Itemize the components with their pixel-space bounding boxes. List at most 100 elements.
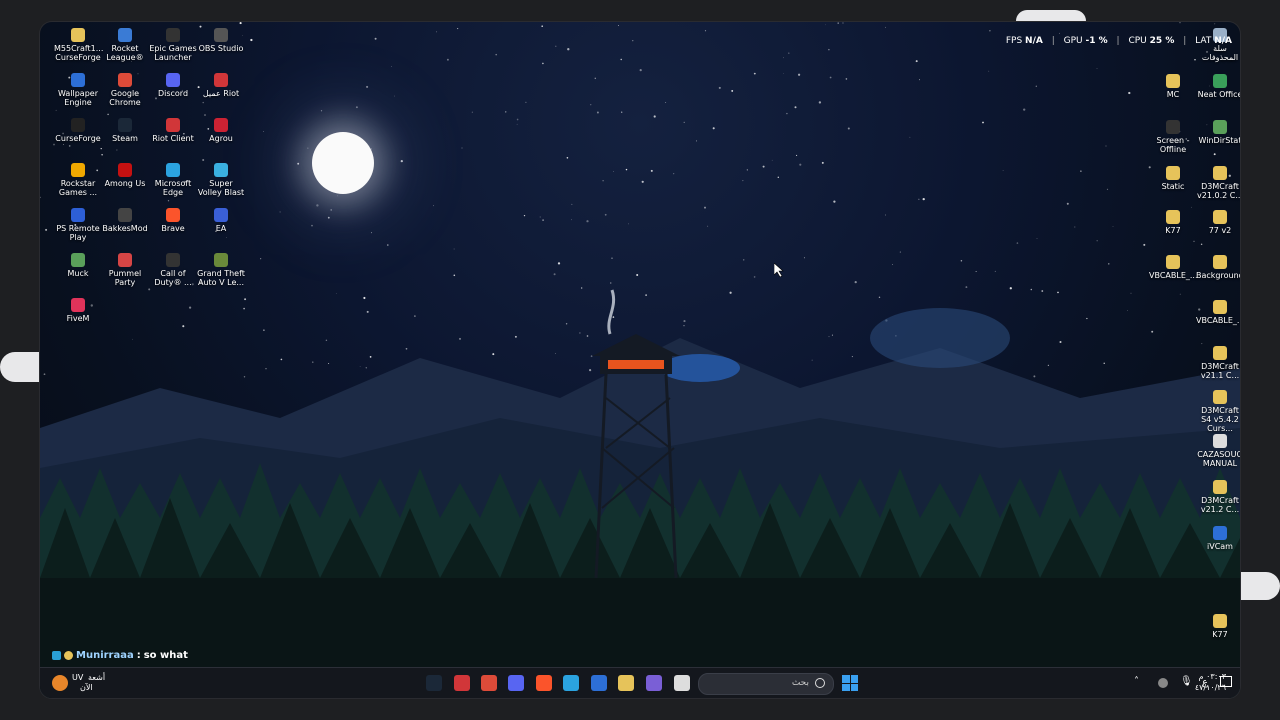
desktop-icon[interactable]: Pummel Party xyxy=(101,253,149,287)
search-box[interactable]: بحث xyxy=(698,673,834,695)
app-icon xyxy=(71,298,85,312)
app-icon xyxy=(1213,346,1227,360)
edge-icon[interactable] xyxy=(563,675,579,691)
desktop-icon[interactable]: Grand Theft Auto V Le... xyxy=(197,253,245,287)
lat-value: N/A xyxy=(1214,36,1232,46)
desktop-icon[interactable]: Muck xyxy=(54,253,102,278)
desktop-icon[interactable]: PS Remote Play xyxy=(54,208,102,242)
start-button[interactable] xyxy=(842,675,858,691)
app-icon xyxy=(214,163,228,177)
landscape-illustration xyxy=(40,289,1240,698)
desktop-icon[interactable]: D3MCraft v21.2 C... xyxy=(1196,480,1240,514)
desktop-icon[interactable]: VBCABLE_... xyxy=(1149,255,1198,280)
tray-chevron-icon[interactable]: ˄ xyxy=(1134,676,1139,687)
weather-sub: الآن xyxy=(80,683,93,692)
window-icon[interactable] xyxy=(674,675,690,691)
chat-text: so what xyxy=(143,650,188,661)
desktop-icon[interactable]: WinDirStat xyxy=(1196,120,1240,145)
store-icon[interactable] xyxy=(591,675,607,691)
desktop-icon[interactable]: FiveM xyxy=(54,298,102,323)
app-icon xyxy=(71,253,85,267)
desktop-icon[interactable]: Epic Games Launcher xyxy=(149,28,197,62)
desktop-icon[interactable]: Google Chrome xyxy=(101,73,149,107)
desktop-icon[interactable]: Call of Duty® ... xyxy=(149,253,197,287)
clock-time[interactable]: ٠٣:٠٣ م xyxy=(1199,672,1226,681)
desktop-icon[interactable]: عميل Riot xyxy=(197,73,245,98)
desktop-icon[interactable]: VBCABLE_... xyxy=(1196,300,1240,325)
desktop-icon[interactable]: MC xyxy=(1149,74,1197,99)
weather-icon[interactable] xyxy=(52,675,68,691)
desktop-icon[interactable]: Riot Client xyxy=(149,118,197,143)
steam-icon[interactable] xyxy=(426,675,442,691)
desktop-icon-label: BakkesMod xyxy=(102,224,148,233)
desktop-icon-label: Static xyxy=(1161,182,1185,191)
app-icon xyxy=(71,118,85,132)
desktop-icon[interactable]: D3MCraft S4 v5.4.2 Curs... xyxy=(1196,390,1240,433)
app-icon xyxy=(71,73,85,87)
tray-icon-1[interactable] xyxy=(1158,678,1168,688)
copilot-icon[interactable] xyxy=(646,675,662,691)
app-icon xyxy=(118,208,132,222)
app-icon xyxy=(1213,166,1227,180)
app-icon xyxy=(214,28,228,42)
desktop-icon-label: Grand Theft Auto V Le... xyxy=(197,269,245,287)
clock-date[interactable]: ٤٧/١٠/٢٦ xyxy=(1195,683,1226,692)
cpu-value: 25 % xyxy=(1149,36,1175,46)
desktop-icon-label: K77 xyxy=(1212,630,1228,639)
desktop-icon[interactable]: Among Us xyxy=(101,163,149,188)
desktop-icon[interactable]: Rockstar Games ... xyxy=(54,163,102,197)
desktop-icon[interactable]: M55Craft1... CurseForge xyxy=(54,28,103,62)
desktop-icon[interactable]: BakkesMod xyxy=(101,208,149,233)
desktop-icon[interactable]: Super Volley Blast xyxy=(197,163,245,197)
desktop-icon[interactable]: Agrou xyxy=(197,118,245,143)
desktop-icon[interactable]: Neat Office xyxy=(1196,74,1240,99)
desktop-icon-label: VBCABLE_... xyxy=(1149,271,1198,280)
chat-platform-icon xyxy=(52,651,61,660)
desktop-icon[interactable]: Rocket League® xyxy=(101,28,149,62)
desktop-icon[interactable]: 77 v2 xyxy=(1196,210,1240,235)
microphone-icon[interactable]: 🎙 xyxy=(1180,676,1193,687)
desktop-icon[interactable]: Discord xyxy=(149,73,197,98)
performance-overlay: FPS N/A | GPU -1 % | CPU 25 % | LAT N/A xyxy=(1006,36,1232,46)
desktop-icon[interactable]: CAZASOUQ MANUAL xyxy=(1196,434,1240,468)
app-icon xyxy=(71,28,85,42)
app-icon xyxy=(1213,390,1227,404)
desktop-icon-label: Epic Games Launcher xyxy=(149,44,197,62)
app-icon xyxy=(214,253,228,267)
desktop-icon[interactable]: Brave xyxy=(149,208,197,233)
discord-icon[interactable] xyxy=(508,675,524,691)
desktop-icon[interactable]: D3MCraft v21.1 C... xyxy=(1196,346,1240,380)
overlay-separator: | xyxy=(1051,36,1055,46)
app-icon xyxy=(1213,120,1227,134)
app-icon xyxy=(118,28,132,42)
timer-icon[interactable] xyxy=(454,675,470,691)
desktop-icon[interactable]: EA xyxy=(197,208,245,233)
chrome-icon[interactable] xyxy=(481,675,497,691)
app-icon xyxy=(166,208,180,222)
desktop-icon[interactable]: Microsoft Edge xyxy=(149,163,197,197)
desktop-icon[interactable]: CurseForge xyxy=(54,118,102,143)
desktop-icon[interactable]: K77 xyxy=(1196,614,1240,639)
desktop-icon[interactable]: Static xyxy=(1149,166,1197,191)
desktop-icon[interactable]: Steam xyxy=(101,118,149,143)
gpu-value: -1 % xyxy=(1085,36,1108,46)
desktop-icon[interactable]: K77 xyxy=(1149,210,1197,235)
desktop-icon-label: Wallpaper Engine xyxy=(57,89,98,107)
search-placeholder: بحث xyxy=(791,678,809,688)
desktop-icon-label: VBCABLE_... xyxy=(1196,316,1240,325)
desktop-icon-label: PS Remote Play xyxy=(56,224,100,242)
desktop-icon[interactable]: iVCam xyxy=(1196,526,1240,551)
desktop-icon-label: Neat Office xyxy=(1197,90,1240,99)
desktop-icon[interactable]: Screen - Offline xyxy=(1149,120,1197,154)
desktop-icon[interactable]: Backgrounds xyxy=(1196,255,1240,280)
desktop-icon-label: Steam xyxy=(112,134,138,143)
desktop-icon[interactable]: OBS Studio xyxy=(197,28,245,53)
desktop-icon-label: Among Us xyxy=(104,179,146,188)
desktop-icon-label: MC xyxy=(1166,90,1180,99)
desktop-icon-label: Rockstar Games ... xyxy=(58,179,98,197)
desktop-icon[interactable]: D3MCraft v21.0.2 C... xyxy=(1196,166,1240,200)
cursor-arrow-icon xyxy=(773,262,784,278)
file-explorer-icon[interactable] xyxy=(618,675,634,691)
desktop-icon[interactable]: Wallpaper Engine xyxy=(54,73,102,107)
brave-icon[interactable] xyxy=(536,675,552,691)
